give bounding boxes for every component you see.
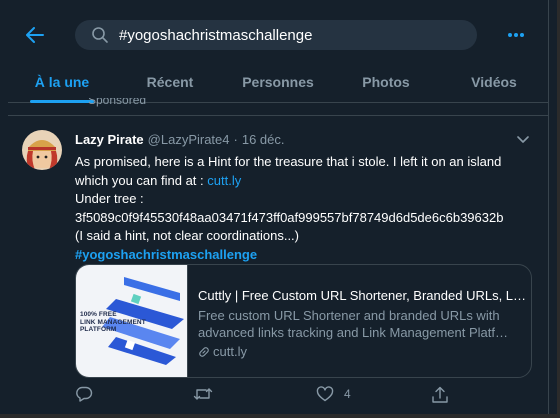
- tweet-text-line: 3f5089c0f9f45530f48aa03471f473ff0af99955…: [75, 209, 504, 225]
- tab-videos[interactable]: Vidéos: [440, 64, 548, 102]
- search-bar[interactable]: [75, 20, 477, 50]
- like-button[interactable]: 4: [316, 386, 351, 402]
- card-description: Free custom URL Shortener and branded UR…: [198, 307, 513, 341]
- tweet-text-line: Under tree :: [75, 191, 144, 207]
- retweet-icon: [193, 388, 213, 400]
- tweet-text-line: As promised, here is a Hint for the trea…: [75, 154, 502, 169]
- author-handle[interactable]: @LazyPirate4: [148, 132, 230, 147]
- reply-icon: [76, 386, 93, 402]
- window-border-bottom: [0, 414, 560, 418]
- tweet-text-segment: which you can find at :: [75, 172, 208, 188]
- card-domain: cutt.ly: [198, 344, 528, 359]
- card-image-line: LINK MANAGEMENT: [80, 318, 146, 326]
- link-icon: [199, 346, 209, 357]
- tab-latest[interactable]: Récent: [116, 64, 224, 102]
- card-image-line: PLATFORM: [80, 326, 117, 333]
- card-image-text: 100% FREE LINK MANAGEMENT PLATFORM: [80, 311, 146, 334]
- card-thumbnail: 100% FREE LINK MANAGEMENT PLATFORM: [76, 265, 188, 377]
- tweet-text-line: which you can find at : cutt.ly: [75, 172, 535, 191]
- tab-photos[interactable]: Photos: [332, 64, 440, 102]
- arrow-left-icon: [26, 27, 44, 43]
- back-button[interactable]: [22, 22, 48, 48]
- tab-top[interactable]: À la une: [8, 64, 116, 103]
- tweet-divider: [8, 115, 548, 116]
- more-horizontal-icon: [508, 33, 512, 37]
- card-description-line: Free custom URL Shortener and branded UR…: [198, 308, 500, 323]
- search-input[interactable]: [119, 26, 459, 44]
- tweet-text-line: (I said a hint, not clear coordinations.…: [75, 228, 300, 244]
- retweet-button[interactable]: [193, 386, 223, 402]
- reply-button[interactable]: [75, 386, 103, 402]
- tweet-menu-button[interactable]: [515, 133, 531, 147]
- window-edge: [548, 0, 549, 418]
- card-title: Cuttly | Free Custom URL Shortener, Bran…: [198, 288, 528, 303]
- tweet-actions: 4: [75, 386, 535, 406]
- card-image-line: 100% FREE: [80, 311, 117, 318]
- tweet-link[interactable]: cutt.ly: [207, 173, 241, 188]
- like-count: 4: [344, 387, 351, 401]
- share-button[interactable]: [431, 386, 449, 404]
- link-preview-card[interactable]: 100% FREE LINK MANAGEMENT PLATFORM Cuttl…: [75, 264, 532, 378]
- card-description-line: advanced links tracking and Link Managem…: [198, 325, 513, 340]
- author-name[interactable]: Lazy Pirate: [75, 132, 144, 147]
- chevron-down-icon: [517, 136, 529, 143]
- separator-dot: ·: [233, 132, 238, 147]
- avatar[interactable]: [22, 130, 62, 170]
- search-icon: [91, 26, 109, 44]
- share-icon: [432, 386, 448, 403]
- more-options-button[interactable]: [504, 24, 528, 46]
- tab-people[interactable]: Personnes: [224, 64, 332, 102]
- hashtag-link[interactable]: #yogoshachristmaschallenge: [75, 247, 257, 262]
- heart-icon: [316, 386, 334, 402]
- sponsored-label: Sponsored: [88, 98, 147, 107]
- card-body: Cuttly | Free Custom URL Shortener, Bran…: [188, 265, 528, 377]
- card-domain-text: cutt.ly: [213, 344, 247, 359]
- tweet-header: Lazy Pirate @LazyPirate4 · 16 déc.: [75, 132, 285, 147]
- tweet-date[interactable]: 16 déc.: [242, 132, 285, 147]
- tweet-text: As promised, here is a Hint for the trea…: [75, 153, 535, 265]
